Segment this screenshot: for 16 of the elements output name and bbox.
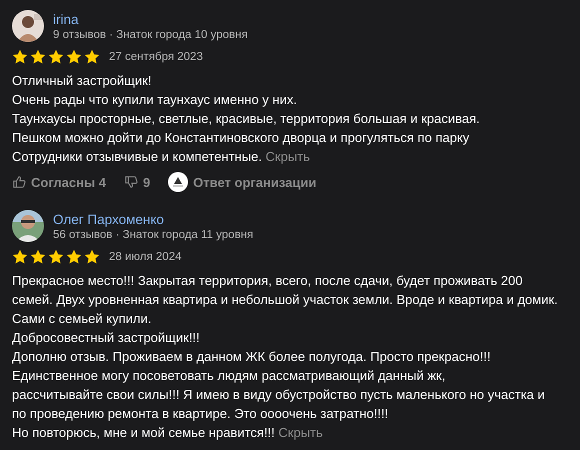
agree-button[interactable]: Согласны 4 (12, 174, 106, 190)
review-date: 28 июля 2024 (109, 251, 182, 263)
logo-icon (168, 172, 188, 192)
disagree-button[interactable]: 9 (124, 174, 150, 190)
author-name[interactable]: Олег Пархоменко (53, 212, 254, 226)
thumbs-down-icon (124, 175, 138, 189)
thumbs-up-icon (12, 175, 26, 189)
review-date: 27 сентября 2023 (109, 51, 203, 63)
hide-link[interactable]: Скрыть (266, 149, 310, 164)
hide-link[interactable]: Скрыть (278, 425, 323, 440)
author-meta: 9 отзывов · Знаток города 10 уровня (53, 28, 248, 40)
company-reply-button[interactable]: Ответ организации (168, 172, 316, 192)
author-meta: 56 отзывов · Знаток города 11 уровня (53, 228, 254, 240)
review-text: Прекрасное место!!! Закрытая территория, всего, после сдачи, будет проживать 200 семей. Двух уровненная квартира и небольшой участок земли. Вроде и квартира и домик. Сами с семьей купили. Добросовестный застройщик!!! Дополню отзыв. Проживаем в данном ЖК более полугода. Просто прекрасно!!! Единственное могу посоветовать людям рассматривающий данный жк, рассчитывайте свои силы!!! Я имею в виду обустройство пусть маленького но участка и по проведению ремонта в квартире. Это оооочень затратно!!!! Но повторюсь, мне и мой семье нравится!!! Скрыть (12, 272, 559, 442)
review-text: Отличный застройщик! Очень рады что купили таунхаус именно у них. Таунхаусы просторные, светлые, красивые, территория большая и красивая. Пешком можно дойти до Константиновского дворца и прогуляться по парку Сотрудники отзывчивые и компетентные. Скрыть (12, 72, 481, 166)
author-name[interactable]: irina (53, 12, 248, 26)
